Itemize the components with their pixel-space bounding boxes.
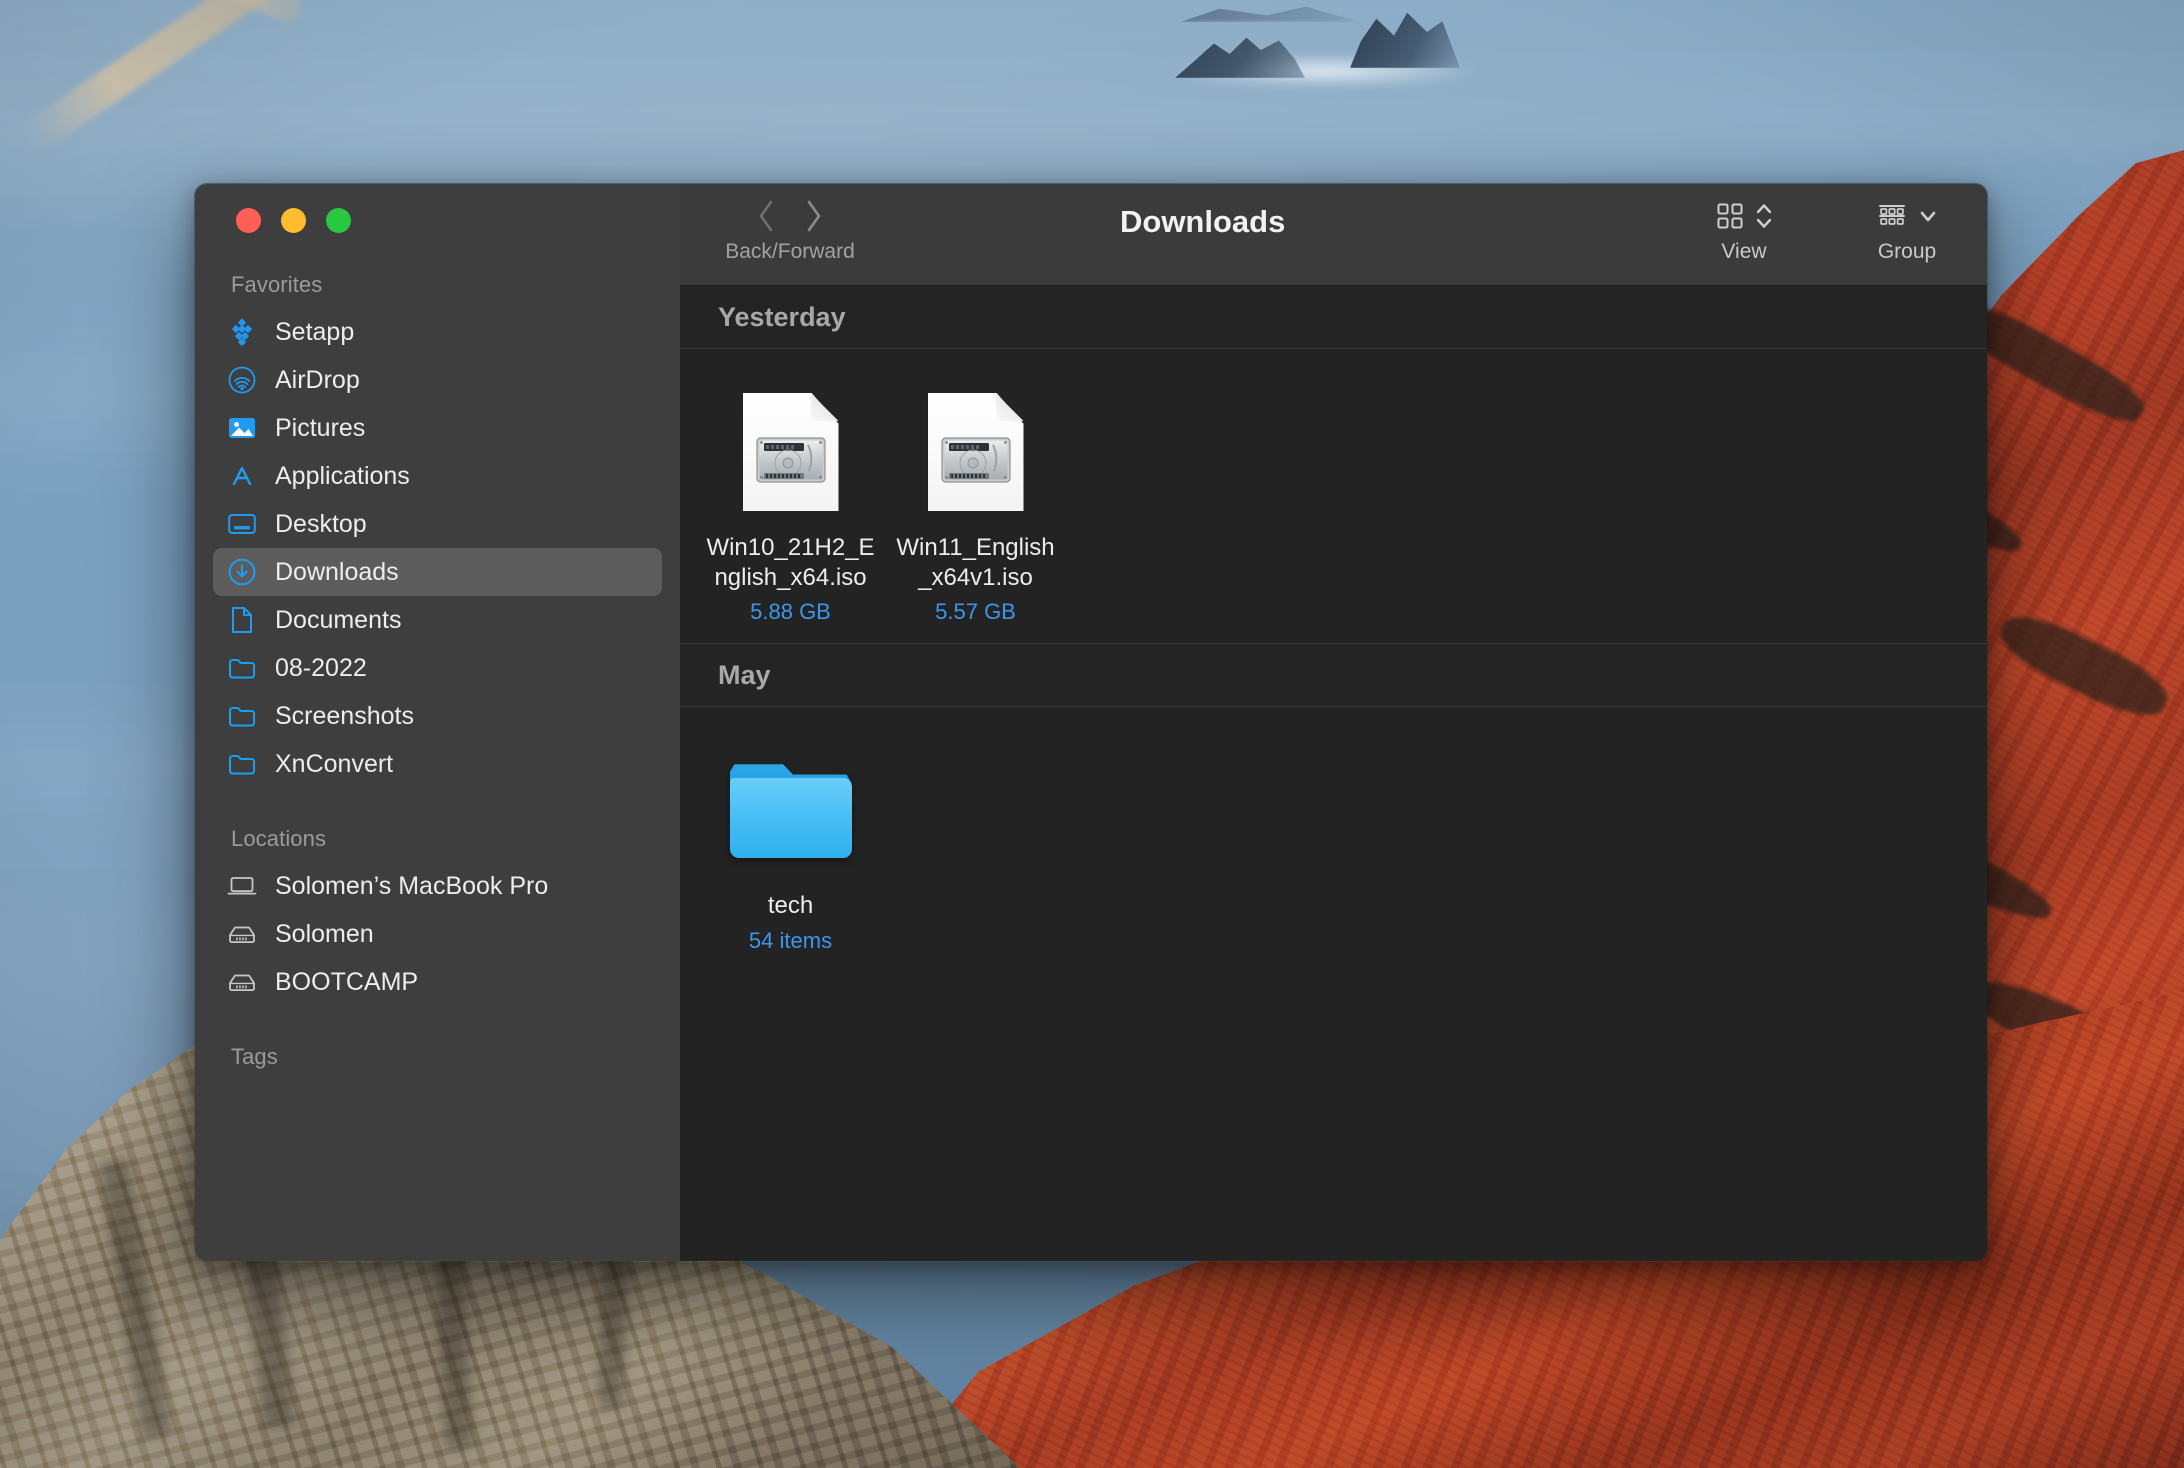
applications-icon — [227, 461, 257, 491]
setapp-icon — [227, 317, 257, 347]
documents-icon — [227, 605, 257, 635]
chevron-down-icon — [1918, 201, 1938, 236]
maximize-button[interactable] — [326, 207, 351, 233]
sidebar-item-label: Screenshots — [275, 701, 414, 730]
sidebar-item-macbook-pro[interactable]: Solomen’s MacBook Pro — [213, 862, 662, 910]
sidebar-item-label: Documents — [275, 605, 402, 634]
desktop-wallpaper: Favorites Setapp AirDrop Pictures Applic… — [0, 0, 2184, 1468]
wallpaper-sea-mist — [1110, 48, 1540, 94]
file-item[interactable]: Win10_21H2_English_x64.iso 5.88 GB — [698, 379, 883, 643]
back-forward-label: Back/Forward — [725, 240, 855, 263]
group-header-may: May — [680, 643, 1987, 708]
file-thumbnail — [927, 393, 1024, 511]
sidebar-section-header-locations: Locations — [231, 826, 327, 851]
pictures-icon — [227, 413, 257, 443]
view-button[interactable]: View — [1684, 194, 1804, 264]
file-grid-yesterday: Win10_21H2_English_x64.iso 5.88 GB Win11… — [680, 349, 1987, 643]
sidebar-item-solomen-disk[interactable]: Solomen — [213, 910, 662, 958]
chevron-updown-icon — [1755, 201, 1773, 236]
sidebar-item-label: Applications — [275, 461, 410, 490]
sidebar-section-header-tags: Tags — [231, 1044, 278, 1069]
group-label: Group — [1877, 240, 1937, 263]
file-name: Win11_English_x64v1.iso — [896, 534, 1055, 592]
file-name: Win10_21H2_English_x64.iso — [706, 534, 875, 592]
file-item[interactable]: tech 54 items — [698, 737, 883, 971]
laptop-icon — [227, 871, 257, 901]
iso-disk-image-icon — [927, 393, 1024, 511]
sidebar-section-header-favorites: Favorites — [231, 272, 323, 297]
window-controls — [195, 184, 680, 256]
sidebar-item-label: Desktop — [275, 509, 367, 538]
folder-icon — [227, 749, 257, 779]
sidebar-item-setapp[interactable]: Setapp — [213, 308, 662, 356]
sidebar-item-08-2022[interactable]: 08-2022 — [213, 644, 662, 692]
sidebar-item-label: AirDrop — [275, 365, 360, 394]
sidebar-item-label: Solomen’s MacBook Pro — [275, 871, 549, 900]
sidebar-item-applications[interactable]: Applications — [213, 452, 662, 500]
sidebar-item-label: Downloads — [275, 557, 399, 586]
group-button[interactable]: Group — [1842, 194, 1972, 264]
sidebar-item-bootcamp[interactable]: BOOTCAMP — [213, 958, 662, 1006]
finder-sidebar: Favorites Setapp AirDrop Pictures Applic… — [195, 184, 680, 1261]
minimize-button[interactable] — [281, 207, 306, 233]
sidebar-item-label: Pictures — [275, 413, 366, 442]
window-title: Downloads — [1120, 204, 1286, 239]
grid-view-icon — [1715, 201, 1745, 236]
folder-icon — [729, 762, 852, 859]
close-button[interactable] — [236, 207, 261, 233]
sidebar-item-label: BOOTCAMP — [275, 967, 419, 996]
airdrop-icon — [227, 365, 257, 395]
harddisk-icon — [227, 967, 257, 997]
group-header-yesterday: Yesterday — [680, 286, 1987, 349]
folder-item-count: 54 items — [748, 927, 833, 953]
folder-icon — [227, 701, 257, 731]
folder-icon — [227, 653, 257, 683]
harddisk-icon — [227, 919, 257, 949]
file-thumbnail — [729, 751, 852, 869]
sidebar-item-label: 08-2022 — [275, 653, 367, 682]
view-label: View — [1721, 240, 1767, 263]
finder-main-pane: Back/Forward Downloads View Group Yester… — [680, 184, 1987, 1261]
back-forward-control[interactable]: Back/Forward — [715, 194, 865, 264]
finder-toolbar: Back/Forward Downloads View Group — [680, 184, 1987, 286]
share-button[interactable]: Share — [1980, 194, 1987, 264]
file-item[interactable]: Win11_English_x64v1.iso 5.57 GB — [883, 379, 1068, 643]
file-browser-content[interactable]: Yesterday Win10_21H2_English_x64.iso 5.8… — [680, 286, 1987, 1261]
chevron-left-icon[interactable] — [756, 199, 776, 238]
file-size: 5.88 GB — [750, 599, 831, 625]
sidebar-item-label: Solomen — [275, 919, 374, 948]
iso-disk-image-icon — [742, 393, 839, 511]
chevron-right-icon[interactable] — [804, 199, 824, 238]
sidebar-item-xnconvert[interactable]: XnConvert — [213, 740, 662, 788]
file-size: 5.57 GB — [935, 599, 1016, 625]
sidebar-item-downloads[interactable]: Downloads — [213, 548, 662, 596]
sidebar-item-desktop[interactable]: Desktop — [213, 500, 662, 548]
sidebar-item-airdrop[interactable]: AirDrop — [213, 356, 662, 404]
group-rows-icon — [1876, 201, 1908, 236]
sidebar-item-label: Setapp — [275, 317, 355, 346]
sidebar-item-screenshots[interactable]: Screenshots — [213, 692, 662, 740]
finder-window[interactable]: Favorites Setapp AirDrop Pictures Applic… — [194, 183, 1988, 1262]
file-grid-may: tech 54 items — [680, 707, 1987, 971]
sidebar-item-pictures[interactable]: Pictures — [213, 404, 662, 452]
file-name: tech — [767, 892, 814, 920]
sidebar-item-documents[interactable]: Documents — [213, 596, 662, 644]
downloads-icon — [227, 557, 257, 587]
desktop-icon — [227, 509, 257, 539]
sidebar-scroll-area[interactable]: Favorites Setapp AirDrop Pictures Applic… — [195, 256, 680, 1080]
file-thumbnail — [742, 393, 839, 511]
sidebar-item-label: XnConvert — [275, 749, 394, 778]
